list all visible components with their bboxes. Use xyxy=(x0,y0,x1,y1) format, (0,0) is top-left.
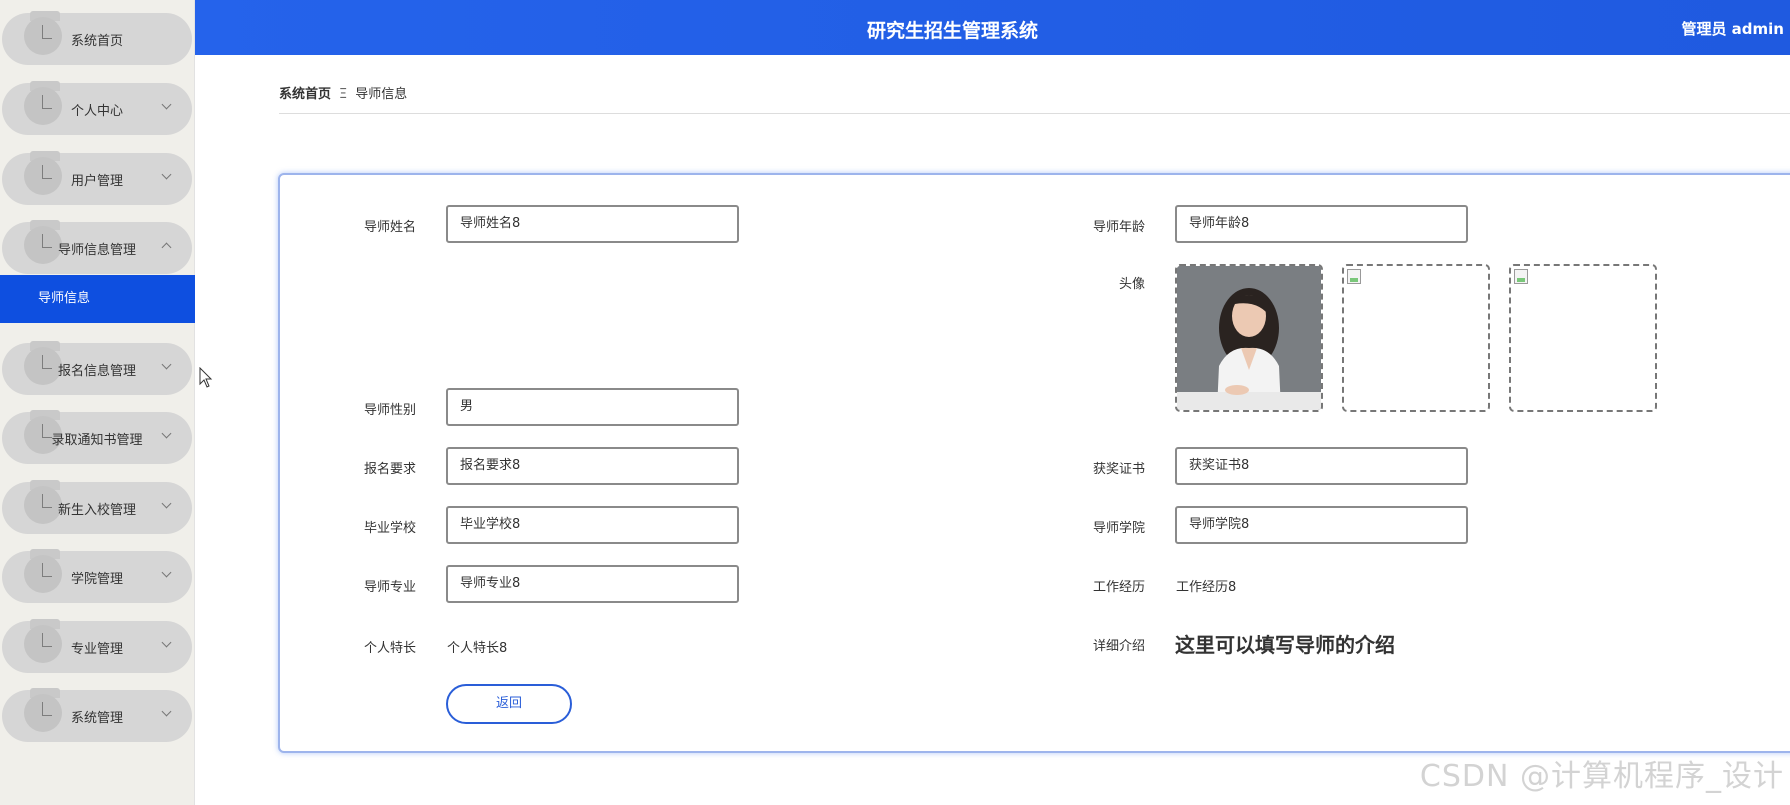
breadcrumb-home[interactable]: 系统首页 xyxy=(279,87,331,102)
college-label: 导师学院 xyxy=(1092,521,1145,536)
breadcrumb-separator-icon: Ξ xyxy=(339,87,348,102)
avatar-image-3[interactable] xyxy=(1509,264,1657,412)
requirement-field[interactable]: 报名要求8 xyxy=(446,447,739,485)
major-label: 导师专业 xyxy=(363,580,416,595)
mouse-cursor-icon xyxy=(199,367,213,388)
name-field[interactable]: 导师姓名8 xyxy=(446,205,739,243)
school-label: 毕业学校 xyxy=(363,521,416,536)
broken-image-icon xyxy=(1347,269,1361,284)
age-label: 导师年龄 xyxy=(1092,220,1145,235)
avatar-image-2[interactable] xyxy=(1342,264,1490,412)
gender-label: 导师性别 xyxy=(363,403,416,418)
major-field[interactable]: 导师专业8 xyxy=(446,565,739,603)
age-field[interactable]: 导师年龄8 xyxy=(1175,205,1468,243)
watermark: CSDN @计算机程序_设计 xyxy=(1419,759,1784,794)
breadcrumb-current: 导师信息 xyxy=(355,87,408,102)
sidebar-item-enrollment[interactable]: 报名信息管理 xyxy=(2,341,192,395)
back-button[interactable]: 返回 xyxy=(446,684,572,724)
school-field[interactable]: 毕业学校8 xyxy=(446,506,739,544)
gender-field[interactable]: 男 xyxy=(446,388,739,426)
woman-portrait-icon xyxy=(1177,266,1321,410)
specialty-value: 个人特长8 xyxy=(447,641,508,656)
award-field[interactable]: 获奖证书8 xyxy=(1175,447,1468,485)
name-label: 导师姓名 xyxy=(363,220,416,235)
breadcrumb: 系统首页 Ξ 导师信息 xyxy=(279,83,407,102)
sidebar-item-tutor-management[interactable]: 导师信息管理 xyxy=(2,220,192,274)
sidebar-subitem-tutor-info[interactable]: 导师信息 xyxy=(0,275,195,323)
experience-value: 工作经历8 xyxy=(1176,580,1237,595)
sidebar-item-personal[interactable]: 个人中心 xyxy=(2,81,192,135)
intro-label: 详细介绍 xyxy=(1092,639,1145,654)
requirement-label: 报名要求 xyxy=(363,462,416,477)
intro-value: 这里可以填写导师的介绍 xyxy=(1175,633,1395,657)
sidebar-item-colleges[interactable]: 学院管理 xyxy=(2,549,192,603)
avatar-label: 头像 xyxy=(1118,277,1145,292)
specialty-label: 个人特长 xyxy=(363,641,416,656)
college-field[interactable]: 导师学院8 xyxy=(1175,506,1468,544)
experience-label: 工作经历 xyxy=(1092,580,1145,595)
app-title: 研究生招生管理系统 xyxy=(866,20,1038,42)
tutor-detail-panel: 导师姓名 导师姓名8 导师性别 男 报名要求 报名要求8 毕业学校 毕业学校8 … xyxy=(278,173,1790,753)
broken-image-icon xyxy=(1514,269,1528,284)
user-label[interactable]: 管理员 admin xyxy=(1681,18,1784,39)
sidebar: 系统首页 个人中心 用户管理 导师信息管理 导师信息 报名信息管理 录取通知书管… xyxy=(0,0,195,805)
sidebar-item-label: 系统首页 xyxy=(70,34,123,49)
top-header: 研究生招生管理系统 管理员 admin xyxy=(195,0,1790,55)
sidebar-item-users[interactable]: 用户管理 xyxy=(2,151,192,205)
breadcrumb-divider xyxy=(279,113,1790,114)
sidebar-item-new-students[interactable]: 新生入校管理 xyxy=(2,480,192,534)
avatar-image-1[interactable] xyxy=(1175,264,1323,412)
award-label: 获奖证书 xyxy=(1092,462,1145,477)
sidebar-item-system[interactable]: 系统管理 xyxy=(2,688,192,742)
sidebar-item-majors[interactable]: 专业管理 xyxy=(2,619,192,673)
sidebar-item-admission-letter[interactable]: 录取通知书管理 xyxy=(2,410,192,464)
sidebar-item-home[interactable]: 系统首页 xyxy=(2,11,192,65)
